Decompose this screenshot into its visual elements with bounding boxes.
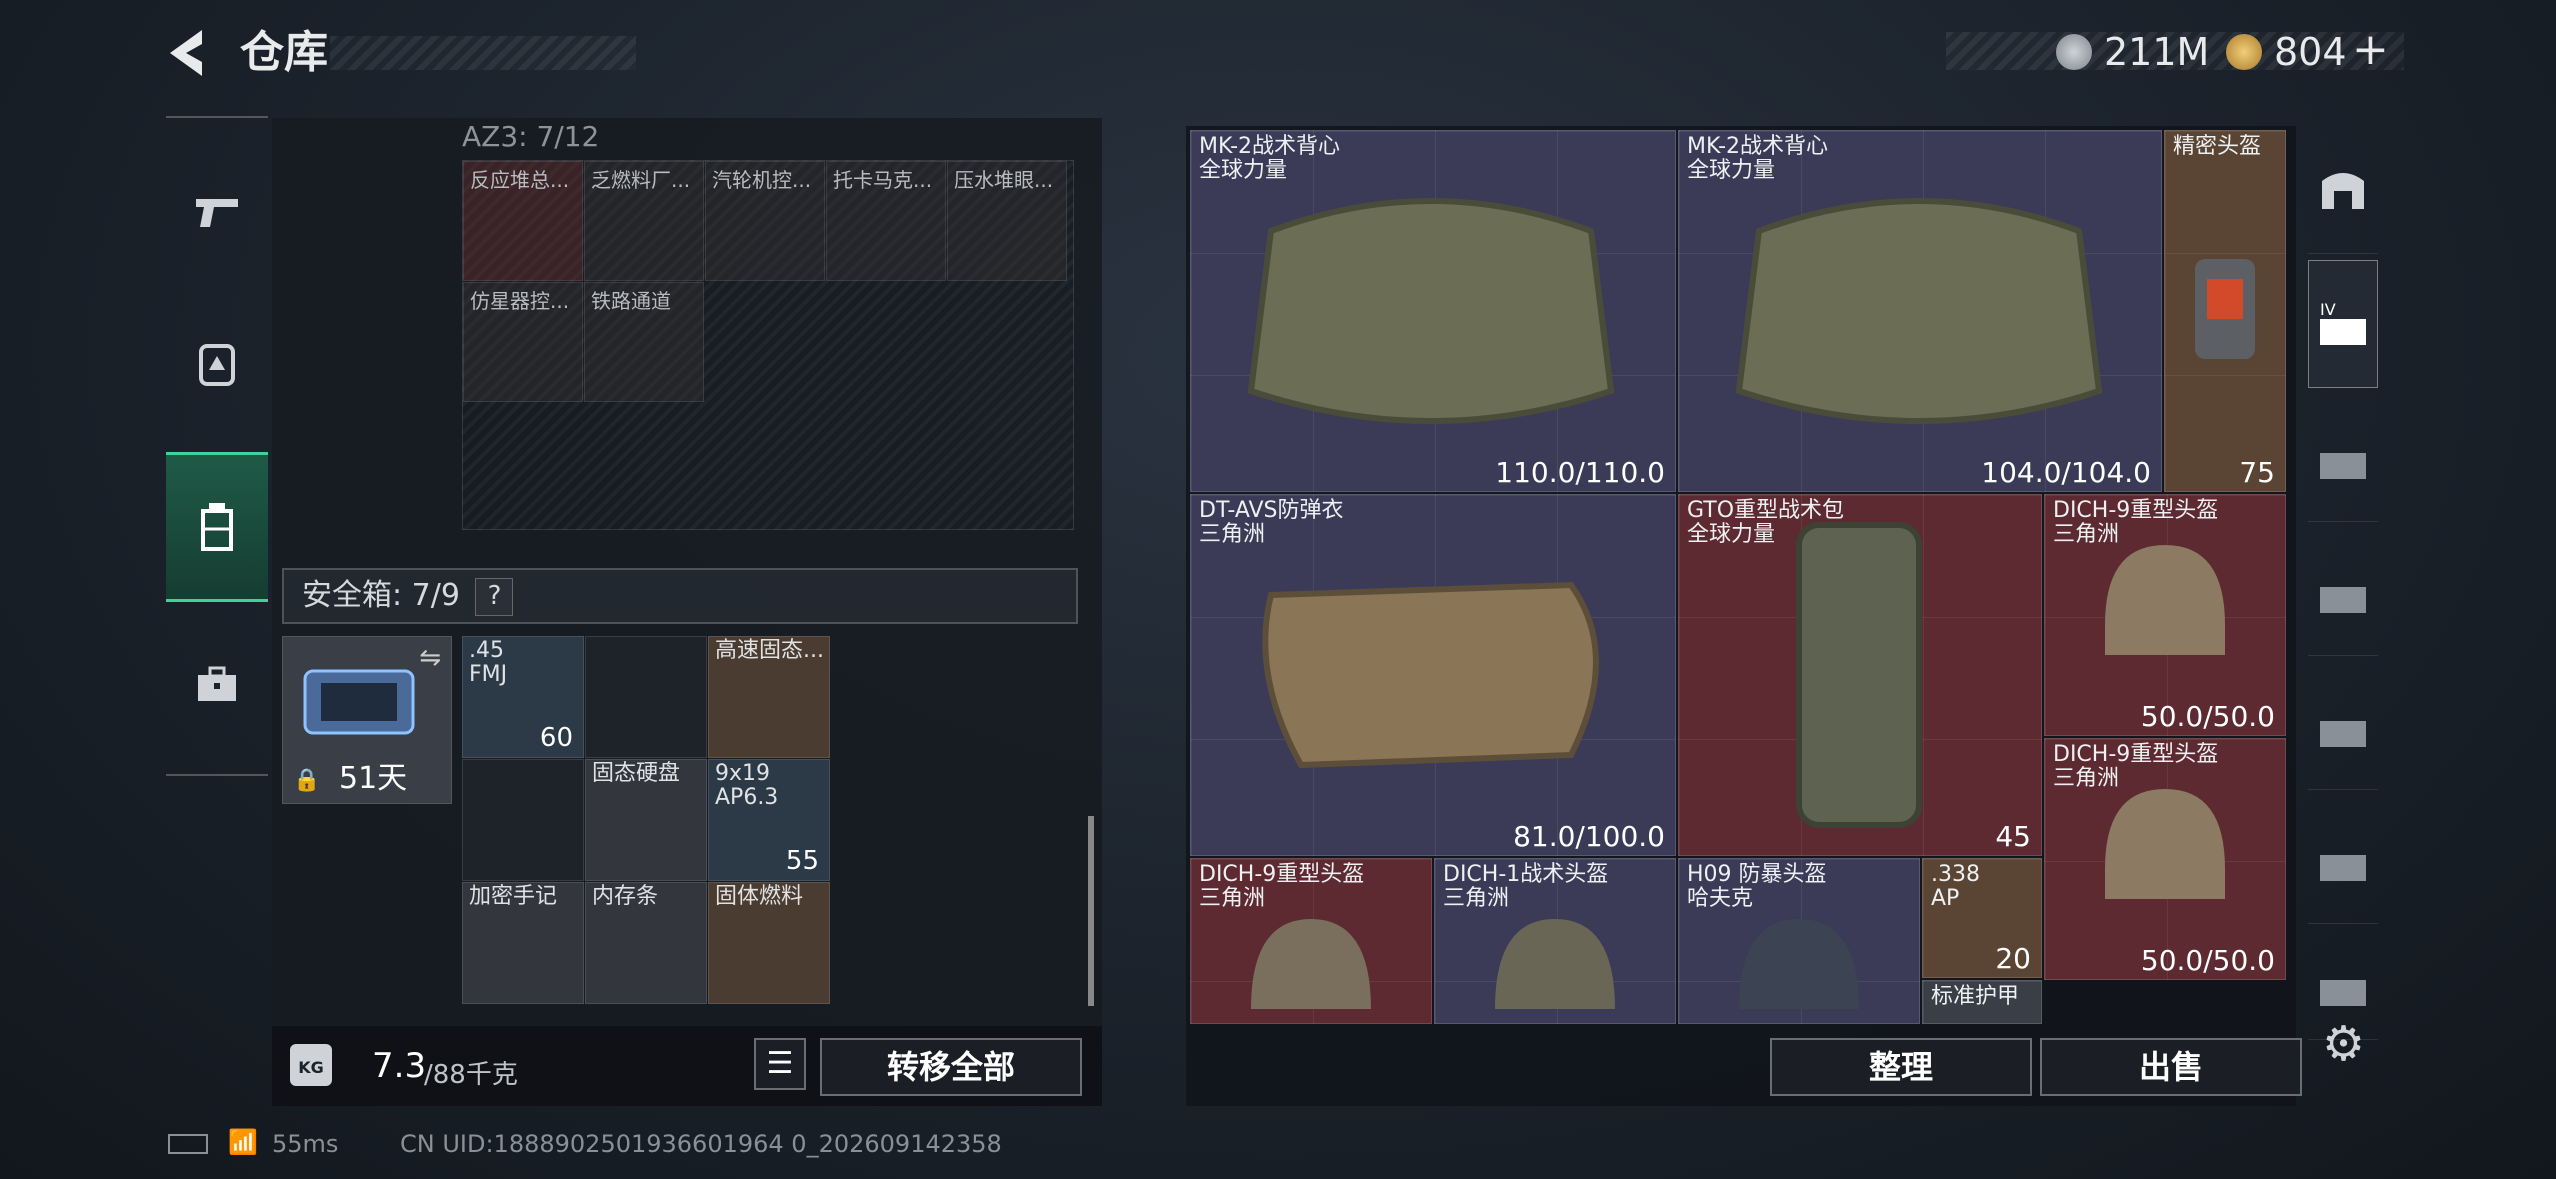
gti-tab-icon [2320,452,2366,479]
tab-v2[interactable] [2308,662,2378,790]
container-item[interactable]: 铁路通道 [584,282,704,402]
helmet-plate-icon [2195,259,2255,359]
safe-item[interactable]: 9x19 AP6.3 55 [708,759,830,881]
container-item[interactable]: 反应堆总... [463,161,583,281]
stash-item[interactable]: GTO重型战术包 全球力量 45 [1678,494,2042,856]
tab-iv[interactable]: IV [2308,260,2378,388]
stash-item[interactable]: 精密头盔 75 [2164,130,2286,492]
helmet-icon [2105,545,2225,655]
stash-tabs: IV [2304,126,2380,1106]
safe-item[interactable]: .45 FMJ 60 [462,636,584,758]
battery-icon [168,1134,208,1154]
v-tab-icon [2320,979,2366,1006]
backpack-item-icon [1796,522,1922,828]
uid-text: CN UID:1888902501936601964 0_20260914235… [400,1130,1002,1158]
pistol-icon [196,199,238,227]
gold-amount: 804 [2274,30,2347,74]
stash-item[interactable]: 标准护甲 [1922,980,2042,1024]
container-item[interactable]: 压水堆眼... [947,161,1067,281]
toolbox-icon [198,666,236,701]
container-item[interactable]: 乏燃料厂... [584,161,704,281]
stash-item[interactable]: DICH-9重型头盔 三角洲 50.0/50.0 [2044,738,2286,980]
safe-item[interactable]: 加密手记 [462,882,584,1004]
title-stripe [330,36,636,70]
container-item[interactable]: 汽轮机控... [705,161,825,281]
stash-item[interactable]: DICH-9重型头盔 三角洲 [1190,858,1432,1024]
left-nav [166,116,268,776]
back-button[interactable] [160,22,220,84]
nav-equipment[interactable] [166,288,268,438]
list-view-button[interactable]: ☰ [754,1038,806,1090]
v-tab-icon [2320,586,2366,613]
nav-storage[interactable] [166,452,268,602]
scrollbar[interactable] [1088,816,1094,1006]
back-arrow-icon [170,30,202,76]
page-title: 仓库 [240,27,328,78]
safe-empty-slot[interactable] [462,759,584,881]
container-title: AZ3: 7/12 [462,120,600,153]
help-button[interactable]: ? [475,577,514,616]
days-remaining: 51天 [339,761,408,796]
container-item[interactable]: 托卡马克... [826,161,946,281]
tab-v1[interactable] [2308,528,2378,656]
tab-v3[interactable] [2308,796,2378,924]
safe-case[interactable]: ⇋ 🔒 51天 [282,636,452,804]
wifi-icon: 📶 [228,1128,258,1156]
safe-item[interactable]: 内存条 [585,882,707,1004]
lock-icon: 🔒 [293,768,321,793]
sort-button[interactable]: 整理 [1770,1038,2032,1096]
stash-item[interactable]: DT-AVS防弹衣 三角洲 81.0/100.0 [1190,494,1676,856]
stash-item[interactable]: DICH-1战术头盔 三角洲 [1434,858,1676,1024]
helmet-icon [1251,919,1371,1009]
nav-weapons[interactable] [166,138,268,288]
backpack-icon [199,344,235,386]
stash-item[interactable]: DICH-9重型头盔 三角洲 50.0/50.0 [2044,494,2286,736]
svg-text:IV: IV [2320,300,2336,319]
settings-gear-icon[interactable]: ⚙ [2322,1016,2365,1072]
stash-item[interactable]: MK-2战术背心 全球力量 110.0/110.0 [1190,130,1676,492]
tab-gti[interactable] [2308,394,2378,522]
ping-text: 55ms [272,1130,339,1158]
silver-coin-icon [2056,34,2092,70]
v-tab-icon [2320,854,2366,881]
weight-max: /88千克 [424,1060,518,1090]
stash-item[interactable]: .338 AP 20 [1922,858,2042,978]
safe-empty-slot[interactable] [585,636,707,758]
stash-item[interactable]: H09 防暴头盔 哈夫克 [1678,858,1920,1024]
vest-icon [1735,198,2103,424]
tab-overview[interactable] [2308,126,2378,254]
armor-vest-icon [1262,581,1599,769]
vest-icon [1247,198,1615,424]
gold-coin-icon [2226,34,2262,70]
helmet-icon [2105,789,2225,899]
safe-item[interactable]: 固态硬盘 [585,759,707,881]
container-icon [201,503,233,551]
container-grid: 反应堆总... 乏燃料厂... 汽轮机控... 托卡马克... 压水堆眼... … [462,160,1074,530]
v-tab-icon [2320,720,2366,747]
safe-box-header: 安全箱: 7/9 ? [282,568,1078,624]
weight-current: 7.3 [372,1046,427,1086]
stash-icon [2322,172,2364,209]
safe-box-label: 安全箱: 7/9 [302,578,460,613]
safe-case-icon [303,669,415,735]
safe-item[interactable]: 固体燃料 [708,882,830,1004]
helmet-icon [1495,919,1615,1009]
sell-button[interactable]: 出售 [2040,1038,2302,1096]
container-item[interactable]: 仿星器控... [463,282,583,402]
helmet-icon [1739,919,1859,1009]
stash-item[interactable]: MK-2战术背心 全球力量 104.0/104.0 [1678,130,2162,492]
transfer-all-button[interactable]: 转移全部 [820,1038,1082,1096]
nav-toolbox[interactable] [166,610,268,760]
armor-tab-icon: IV [2320,300,2366,345]
silver-amount: 211M [2104,30,2210,74]
weight-icon: KG [290,1044,332,1086]
swap-icon[interactable]: ⇋ [419,643,441,673]
add-currency-button[interactable]: + [2352,28,2389,72]
safe-item[interactable]: 高速固态... [708,636,830,758]
